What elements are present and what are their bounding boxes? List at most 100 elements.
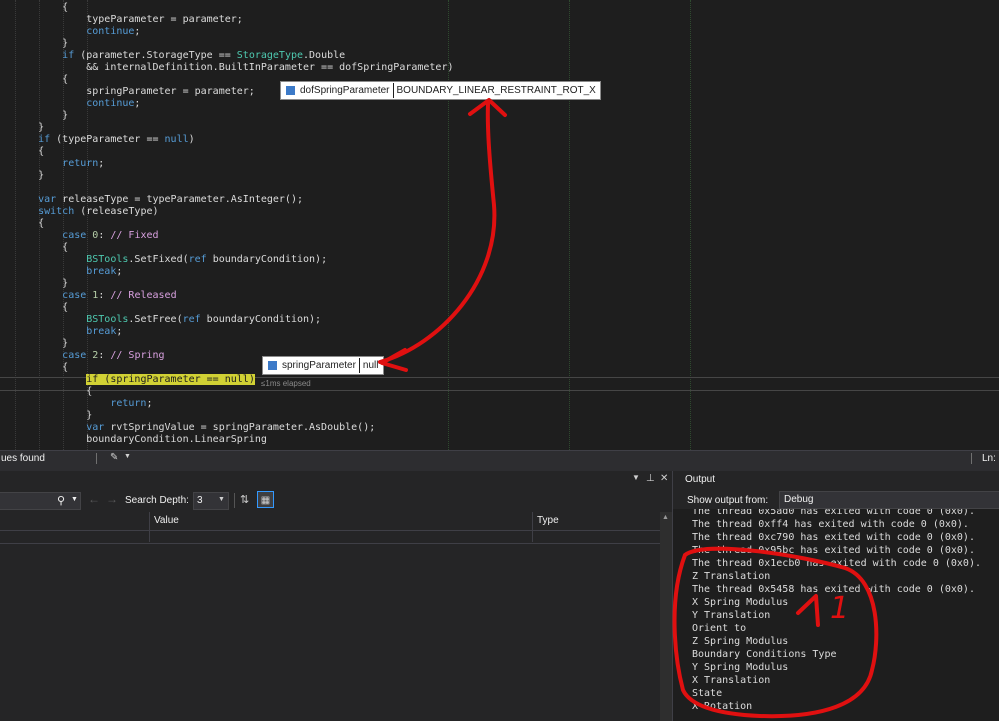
code-token: { (14, 302, 69, 313)
code-token: return (62, 158, 99, 169)
search-depth-label: Search Depth: (125, 495, 189, 506)
code-token: typeParameter = parameter; (14, 14, 243, 25)
output-source-value: Debug (784, 494, 814, 505)
code-token: : (98, 350, 111, 361)
code-token: { (14, 146, 45, 157)
code-line[interactable]: return; (14, 158, 104, 170)
code-line[interactable]: { (14, 146, 44, 158)
code-line[interactable]: && internalDefinition.BuiltInParameter =… (14, 62, 453, 74)
code-line[interactable]: { (14, 2, 68, 14)
code-line[interactable]: continue; (14, 98, 140, 110)
code-line[interactable]: var rvtSpringValue = springParameter.AsD… (14, 422, 375, 434)
code-token: } (14, 38, 69, 49)
code-token: boundaryCondition); (200, 314, 322, 325)
column-header-type[interactable]: Type (537, 515, 559, 526)
field-icon (286, 86, 295, 95)
code-line[interactable]: springParameter = parameter; (14, 86, 255, 98)
chevron-down-icon[interactable]: ▼ (71, 496, 78, 503)
code-line[interactable]: boundaryCondition.LinearSpring (14, 434, 267, 446)
output-title: Output (685, 474, 716, 485)
datatip-value[interactable]: BOUNDARY_LINEAR_RESTRAINT_ROT_X (392, 83, 600, 98)
code-line[interactable]: if (typeParameter == null) (14, 134, 195, 146)
code-line[interactable]: break; (14, 326, 122, 338)
code-token: return (110, 398, 147, 409)
code-token: break (86, 326, 117, 337)
column-header-value[interactable]: Value (154, 515, 179, 526)
code-editor[interactable]: { typeParameter = parameter; continue; }… (0, 0, 999, 450)
code-line[interactable]: { (14, 218, 44, 230)
chevron-down-icon[interactable]: ▼ (124, 453, 131, 460)
code-line[interactable]: return; (14, 398, 152, 410)
code-token: continue (86, 98, 135, 109)
code-line[interactable]: case 0: // Fixed (14, 230, 158, 242)
code-token: StorageType (236, 50, 304, 61)
code-token: // Released (110, 290, 177, 301)
code-line[interactable]: if (springParameter == null) (14, 374, 255, 386)
output-line: State (692, 688, 723, 699)
code-line[interactable]: { (14, 302, 68, 314)
output-line: Z Spring Modulus (692, 636, 789, 647)
hex-display-icon[interactable]: ▦ (257, 491, 274, 508)
code-line[interactable]: { (14, 362, 68, 374)
output-panel: Output Show output from: Debug The threa… (672, 471, 999, 721)
code-token: continue (86, 26, 135, 37)
brush-icon[interactable]: ✎ (110, 452, 118, 463)
vertical-scrollbar[interactable]: ▲ (660, 512, 672, 721)
code-token: // Spring (110, 350, 165, 361)
code-line[interactable]: continue; (14, 26, 140, 38)
output-source-select[interactable]: Debug (779, 491, 999, 509)
code-token: boundaryCondition.LinearSpring (14, 434, 267, 445)
code-line[interactable]: } (14, 38, 68, 50)
code-token: ; (116, 266, 123, 277)
search-input[interactable]: ⚲ ▼ (0, 492, 81, 510)
code-line[interactable]: { (14, 386, 92, 398)
issues-status[interactable]: ues found (1, 453, 45, 464)
code-line[interactable]: BSTools.SetFixed(ref boundaryCondition); (14, 254, 327, 266)
code-token: boundaryCondition); (206, 254, 328, 265)
code-line[interactable]: break; (14, 266, 122, 278)
code-line[interactable]: } (14, 170, 44, 182)
scroll-up-icon[interactable]: ▲ (662, 514, 669, 521)
close-icon[interactable]: ✕ (660, 473, 668, 484)
code-line[interactable]: switch (releaseType) (14, 206, 159, 218)
code-line[interactable]: BSTools.SetFree(ref boundaryCondition); (14, 314, 321, 326)
code-line[interactable]: typeParameter = parameter; (14, 14, 243, 26)
code-token: } (14, 278, 69, 289)
code-token: (releaseType) (74, 206, 159, 217)
datatip-value[interactable]: null (358, 358, 383, 373)
code-line[interactable]: } (14, 110, 68, 122)
search-back-icon[interactable]: ← (88, 492, 100, 506)
code-token: ; (146, 398, 153, 409)
code-token: springParameter = parameter; (14, 86, 255, 97)
dropdown-icon[interactable]: ▼ (632, 473, 640, 482)
code-line[interactable]: } (14, 122, 44, 134)
code-line[interactable]: } (14, 338, 68, 350)
table-row[interactable] (0, 531, 660, 544)
code-token: { (14, 386, 93, 397)
code-token: { (14, 74, 69, 85)
search-icon[interactable]: ⚲ (57, 494, 65, 507)
datatip-spring-parameter[interactable]: springParameter null (262, 356, 384, 375)
code-line[interactable]: case 2: // Spring (14, 350, 165, 362)
code-line[interactable]: { (14, 74, 68, 86)
code-token: rvtSpringValue = springParameter.AsDoubl… (104, 422, 376, 433)
code-line[interactable]: { (14, 242, 68, 254)
datatip-dof-spring-parameter[interactable]: dofSpringParameter BOUNDARY_LINEAR_RESTR… (280, 81, 601, 100)
output-text-area[interactable]: The thread 0x5ad0 has exited with code 0… (673, 509, 999, 721)
code-line[interactable]: case 1: // Released (14, 290, 177, 302)
pin-icon[interactable]: ⊥ (646, 473, 655, 484)
filter-icon[interactable]: ⇅ (240, 493, 249, 506)
search-forward-icon[interactable]: → (106, 492, 118, 506)
code-line[interactable]: } (14, 410, 92, 422)
code-line[interactable]: if (parameter.StorageType == StorageType… (14, 50, 345, 62)
code-line[interactable]: } (14, 278, 68, 290)
code-token: } (14, 170, 45, 181)
editor-status-bar: ues found ✎ ▼ Ln: (0, 450, 999, 467)
search-depth-select[interactable]: 3 ▼ (193, 492, 229, 510)
code-line[interactable]: var releaseType = typeParameter.AsIntege… (14, 194, 303, 206)
